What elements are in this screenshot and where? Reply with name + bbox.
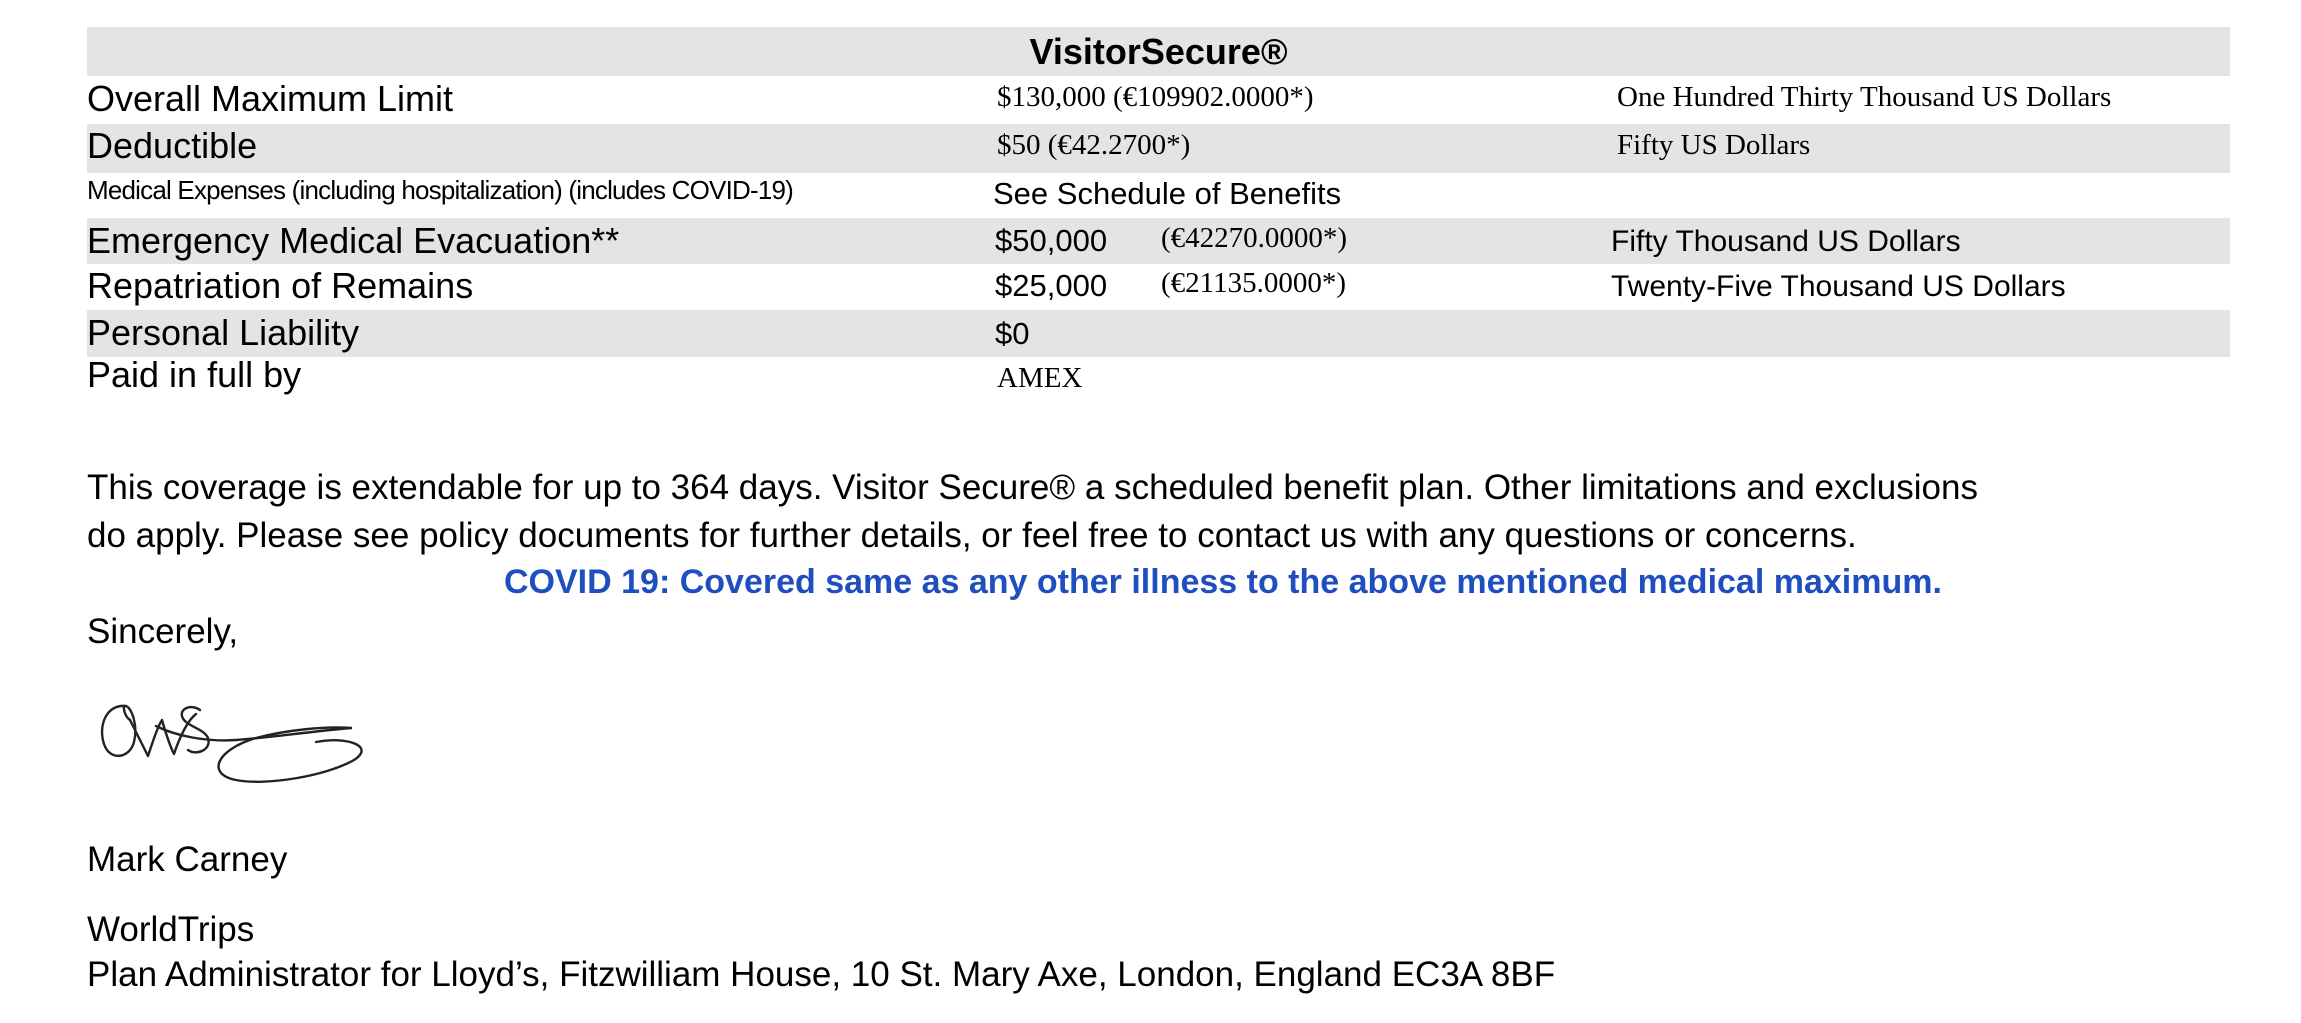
- letter-page: VisitorSecure® Overall Maximum Limit $13…: [0, 0, 2301, 1023]
- row-amount-deductible: $50 (€42.2700*): [997, 129, 1191, 161]
- row-label-repatriation: Repatriation of Remains: [87, 265, 474, 306]
- row-amount-overall-maximum: $130,000 (€109902.0000*): [997, 81, 1314, 113]
- signer-company: WorldTrips: [87, 910, 255, 949]
- signer-title-address: Plan Administrator for Lloyd’s, Fitzwill…: [87, 955, 1556, 994]
- plan-title: VisitorSecure®: [1029, 31, 1288, 72]
- row-label-paid-by: Paid in full by: [87, 354, 302, 395]
- row-words-repatriation: Twenty-Five Thousand US Dollars: [1611, 270, 2066, 303]
- row-label-deductible: Deductible: [87, 125, 258, 166]
- handwritten-signature: [100, 704, 363, 783]
- row-words-deductible: Fifty US Dollars: [1617, 129, 1811, 161]
- row-amount-emergency-evacuation: $50,000: [995, 223, 1108, 258]
- coverage-line-1: This coverage is extendable for up to 36…: [87, 468, 1978, 507]
- row-amount-paid-by: AMEX: [997, 362, 1083, 394]
- row-words-emergency-evacuation: Fifty Thousand US Dollars: [1611, 225, 1961, 258]
- row-euro-emergency-evacuation: (€42270.0000*): [1161, 222, 1348, 254]
- row-amount-repatriation: $25,000: [995, 268, 1108, 303]
- signer-name: Mark Carney: [87, 840, 288, 879]
- row-euro-repatriation: (€21135.0000*): [1161, 267, 1346, 299]
- row-label-medical-expenses: Medical Expenses (including hospitalizat…: [87, 175, 794, 205]
- row-label-overall-maximum: Overall Maximum Limit: [87, 78, 454, 119]
- row-amount-medical-expenses: See Schedule of Benefits: [993, 176, 1342, 211]
- row-label-personal-liability: Personal Liability: [87, 312, 360, 353]
- covid-note: COVID 19: Covered same as any other illn…: [504, 563, 1942, 601]
- row-label-emergency-evacuation: Emergency Medical Evacuation**: [87, 220, 620, 261]
- row-amount-personal-liability: $0: [995, 316, 1030, 351]
- closing-salutation: Sincerely,: [87, 612, 239, 651]
- row-band-liability: [87, 310, 2230, 357]
- coverage-paragraph: This coverage is extendable for up to 36…: [87, 464, 2237, 560]
- row-words-overall-maximum: One Hundred Thirty Thousand US Dollars: [1617, 81, 2112, 113]
- coverage-line-2: do apply. Please see policy documents fo…: [87, 516, 1857, 555]
